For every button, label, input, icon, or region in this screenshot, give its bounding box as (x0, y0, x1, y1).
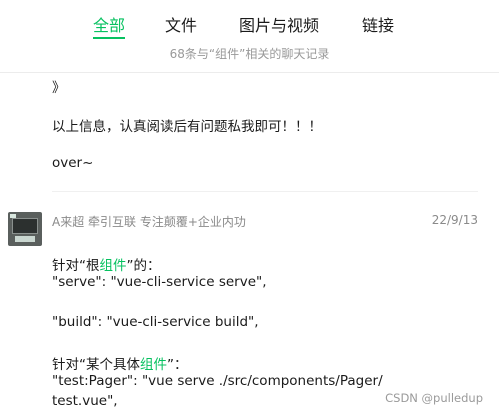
prev-message-line: 以上信息，认真阅读后有问题私我即可！！！ (52, 119, 322, 135)
tab-all[interactable]: 全部 (93, 12, 125, 36)
avatar[interactable] (8, 212, 42, 246)
watermark: CSDN @pulledup (385, 391, 483, 405)
message-divider (52, 191, 478, 192)
message-line: test.vue", (52, 393, 118, 409)
message-line: "test:Pager": "vue serve ./src/component… (52, 373, 383, 389)
message-line: 针对“根组件”的： (52, 258, 161, 274)
keyword-highlight[interactable]: 组件 (100, 258, 127, 274)
message-date: 22/9/13 (431, 213, 478, 227)
result-count: 68条与“组件”相关的聊天记录 (169, 47, 330, 61)
active-tab-indicator (93, 37, 125, 39)
sender-name: A来超 牵引互联 专注颠覆+企业内功 (52, 215, 246, 229)
message-line: "build": "vue-cli-service build", (52, 314, 259, 330)
header-divider (0, 72, 499, 73)
message-line: "serve": "vue-cli-service serve", (52, 274, 267, 290)
tab-bar: 全部 文件 图片与视频 链接 (0, 0, 499, 40)
tab-files[interactable]: 文件 (165, 12, 197, 36)
prev-message-line: 》 (52, 80, 66, 96)
message-line: 针对“某个具体组件”： (52, 357, 188, 373)
prev-message-line: over~ (52, 155, 94, 171)
keyword-highlight[interactable]: 组件 (140, 357, 167, 373)
tab-media[interactable]: 图片与视频 (239, 12, 319, 36)
tab-links[interactable]: 链接 (362, 12, 394, 36)
